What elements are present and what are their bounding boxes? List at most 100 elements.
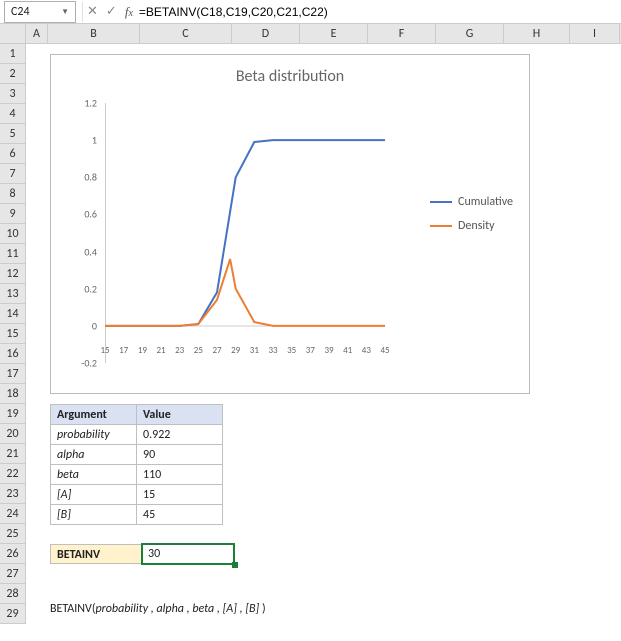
row-header[interactable]: 14 <box>0 304 26 324</box>
formula-bar-buttons: ✕ ✓ fx <box>87 4 133 20</box>
x-tick-label: 27 <box>212 345 221 356</box>
syntax-hint: BETAINV(probability , alpha , beta , [A]… <box>50 602 266 616</box>
fx-icon[interactable]: fx <box>125 4 133 20</box>
y-tick-label: 0.2 <box>84 282 97 295</box>
confirm-icon[interactable]: ✓ <box>106 4 117 19</box>
syntax-fn: BETAINV( <box>50 602 95 616</box>
cell-area[interactable]: Beta distribution -0.200.20.40.60.811.21… <box>26 44 621 624</box>
row-header[interactable]: 5 <box>0 124 26 144</box>
row-header[interactable]: 15 <box>0 324 26 344</box>
table-row[interactable]: probability0.922 <box>51 425 223 445</box>
row-header[interactable]: 17 <box>0 364 26 384</box>
row-header[interactable]: 29 <box>0 604 26 624</box>
row-header[interactable]: 1 <box>0 44 26 64</box>
row-header[interactable]: 3 <box>0 84 26 104</box>
x-tick-label: 43 <box>362 345 371 356</box>
row-headers: 1234567891011121314151617181920212223242… <box>0 44 26 624</box>
series-density <box>105 259 385 326</box>
legend-label: Cumulative <box>458 195 513 209</box>
x-tick-label: 17 <box>119 345 128 356</box>
arg-cell[interactable]: [B] <box>51 505 137 525</box>
row-header[interactable]: 13 <box>0 284 26 304</box>
result-row: BETAINV 30 <box>50 544 234 564</box>
column-header[interactable]: I <box>570 24 620 43</box>
row-header[interactable]: 20 <box>0 424 26 444</box>
table-row[interactable]: [B]45 <box>51 505 223 525</box>
x-tick-label: 39 <box>324 345 333 356</box>
arg-cell[interactable]: probability <box>51 425 137 445</box>
x-tick-label: 29 <box>231 345 240 356</box>
row-header[interactable]: 19 <box>0 404 26 424</box>
chart-legend: Cumulative Density <box>430 195 513 243</box>
result-value-cell[interactable]: 30 <box>142 544 234 564</box>
legend-swatch-icon <box>430 225 452 227</box>
column-header[interactable]: D <box>232 24 300 43</box>
arg-cell[interactable]: beta <box>51 465 137 485</box>
row-header[interactable]: 16 <box>0 344 26 364</box>
table-row[interactable]: [A]15 <box>51 485 223 505</box>
row-header[interactable]: 18 <box>0 384 26 404</box>
column-header[interactable]: F <box>368 24 436 43</box>
x-tick-label: 31 <box>250 345 259 356</box>
x-tick-label: 21 <box>156 345 165 356</box>
row-header[interactable]: 12 <box>0 264 26 284</box>
column-header[interactable]: G <box>436 24 504 43</box>
y-tick-label: 0.6 <box>84 208 97 221</box>
fill-handle[interactable] <box>232 562 238 568</box>
column-header[interactable]: B <box>48 24 140 43</box>
x-tick-label: 33 <box>268 345 277 356</box>
row-header[interactable]: 8 <box>0 184 26 204</box>
row-header[interactable]: 10 <box>0 224 26 244</box>
row-header[interactable]: 23 <box>0 484 26 504</box>
x-tick-label: 25 <box>194 345 203 356</box>
result-label-cell[interactable]: BETAINV <box>50 544 142 564</box>
row-header[interactable]: 27 <box>0 564 26 584</box>
val-cell[interactable]: 0.922 <box>137 425 223 445</box>
y-tick-label: 0 <box>92 319 97 332</box>
val-cell[interactable]: 45 <box>137 505 223 525</box>
row-header[interactable]: 24 <box>0 504 26 524</box>
arguments-table[interactable]: Argument Value probability0.922alpha90be… <box>50 404 223 525</box>
x-tick-label: 23 <box>175 345 184 356</box>
column-header[interactable]: E <box>300 24 368 43</box>
select-all-corner[interactable] <box>0 24 26 43</box>
val-cell[interactable]: 15 <box>137 485 223 505</box>
chart[interactable]: Beta distribution -0.200.20.40.60.811.21… <box>50 54 530 394</box>
column-header[interactable]: H <box>504 24 570 43</box>
row-header[interactable]: 11 <box>0 244 26 264</box>
y-tick-label: 1 <box>92 134 97 147</box>
table-row[interactable]: alpha90 <box>51 445 223 465</box>
legend-label: Density <box>458 219 495 233</box>
row-header[interactable]: 6 <box>0 144 26 164</box>
row-header[interactable]: 2 <box>0 64 26 84</box>
syntax-close: ) <box>259 602 265 616</box>
val-cell[interactable]: 110 <box>137 465 223 485</box>
row-header[interactable]: 25 <box>0 524 26 544</box>
column-header[interactable]: C <box>140 24 232 43</box>
arg-cell[interactable]: alpha <box>51 445 137 465</box>
row-header[interactable]: 28 <box>0 584 26 604</box>
row-header[interactable]: 4 <box>0 104 26 124</box>
val-cell[interactable]: 90 <box>137 445 223 465</box>
column-header[interactable]: A <box>26 24 48 43</box>
cancel-icon[interactable]: ✕ <box>87 4 98 19</box>
row-header[interactable]: 26 <box>0 544 26 564</box>
legend-swatch-icon <box>430 201 452 203</box>
chevron-down-icon[interactable]: ▼ <box>61 7 69 17</box>
row-header[interactable]: 9 <box>0 204 26 224</box>
arg-cell[interactable]: [A] <box>51 485 137 505</box>
row-header[interactable]: 22 <box>0 464 26 484</box>
formula-input[interactable] <box>133 1 621 23</box>
table-row[interactable]: beta110 <box>51 465 223 485</box>
name-box[interactable]: C24 ▼ <box>4 1 76 23</box>
name-box-value: C24 <box>11 5 30 19</box>
col-header-argument: Argument <box>51 405 137 425</box>
row-header[interactable]: 7 <box>0 164 26 184</box>
col-header-value: Value <box>137 405 223 425</box>
row-header[interactable]: 21 <box>0 444 26 464</box>
chart-title: Beta distribution <box>51 67 529 86</box>
syntax-args: probability , alpha , beta , [A] , [B] <box>95 602 259 616</box>
y-tick-label: -0.2 <box>81 357 97 370</box>
x-tick-label: 41 <box>343 345 352 356</box>
legend-item: Cumulative <box>430 195 513 209</box>
